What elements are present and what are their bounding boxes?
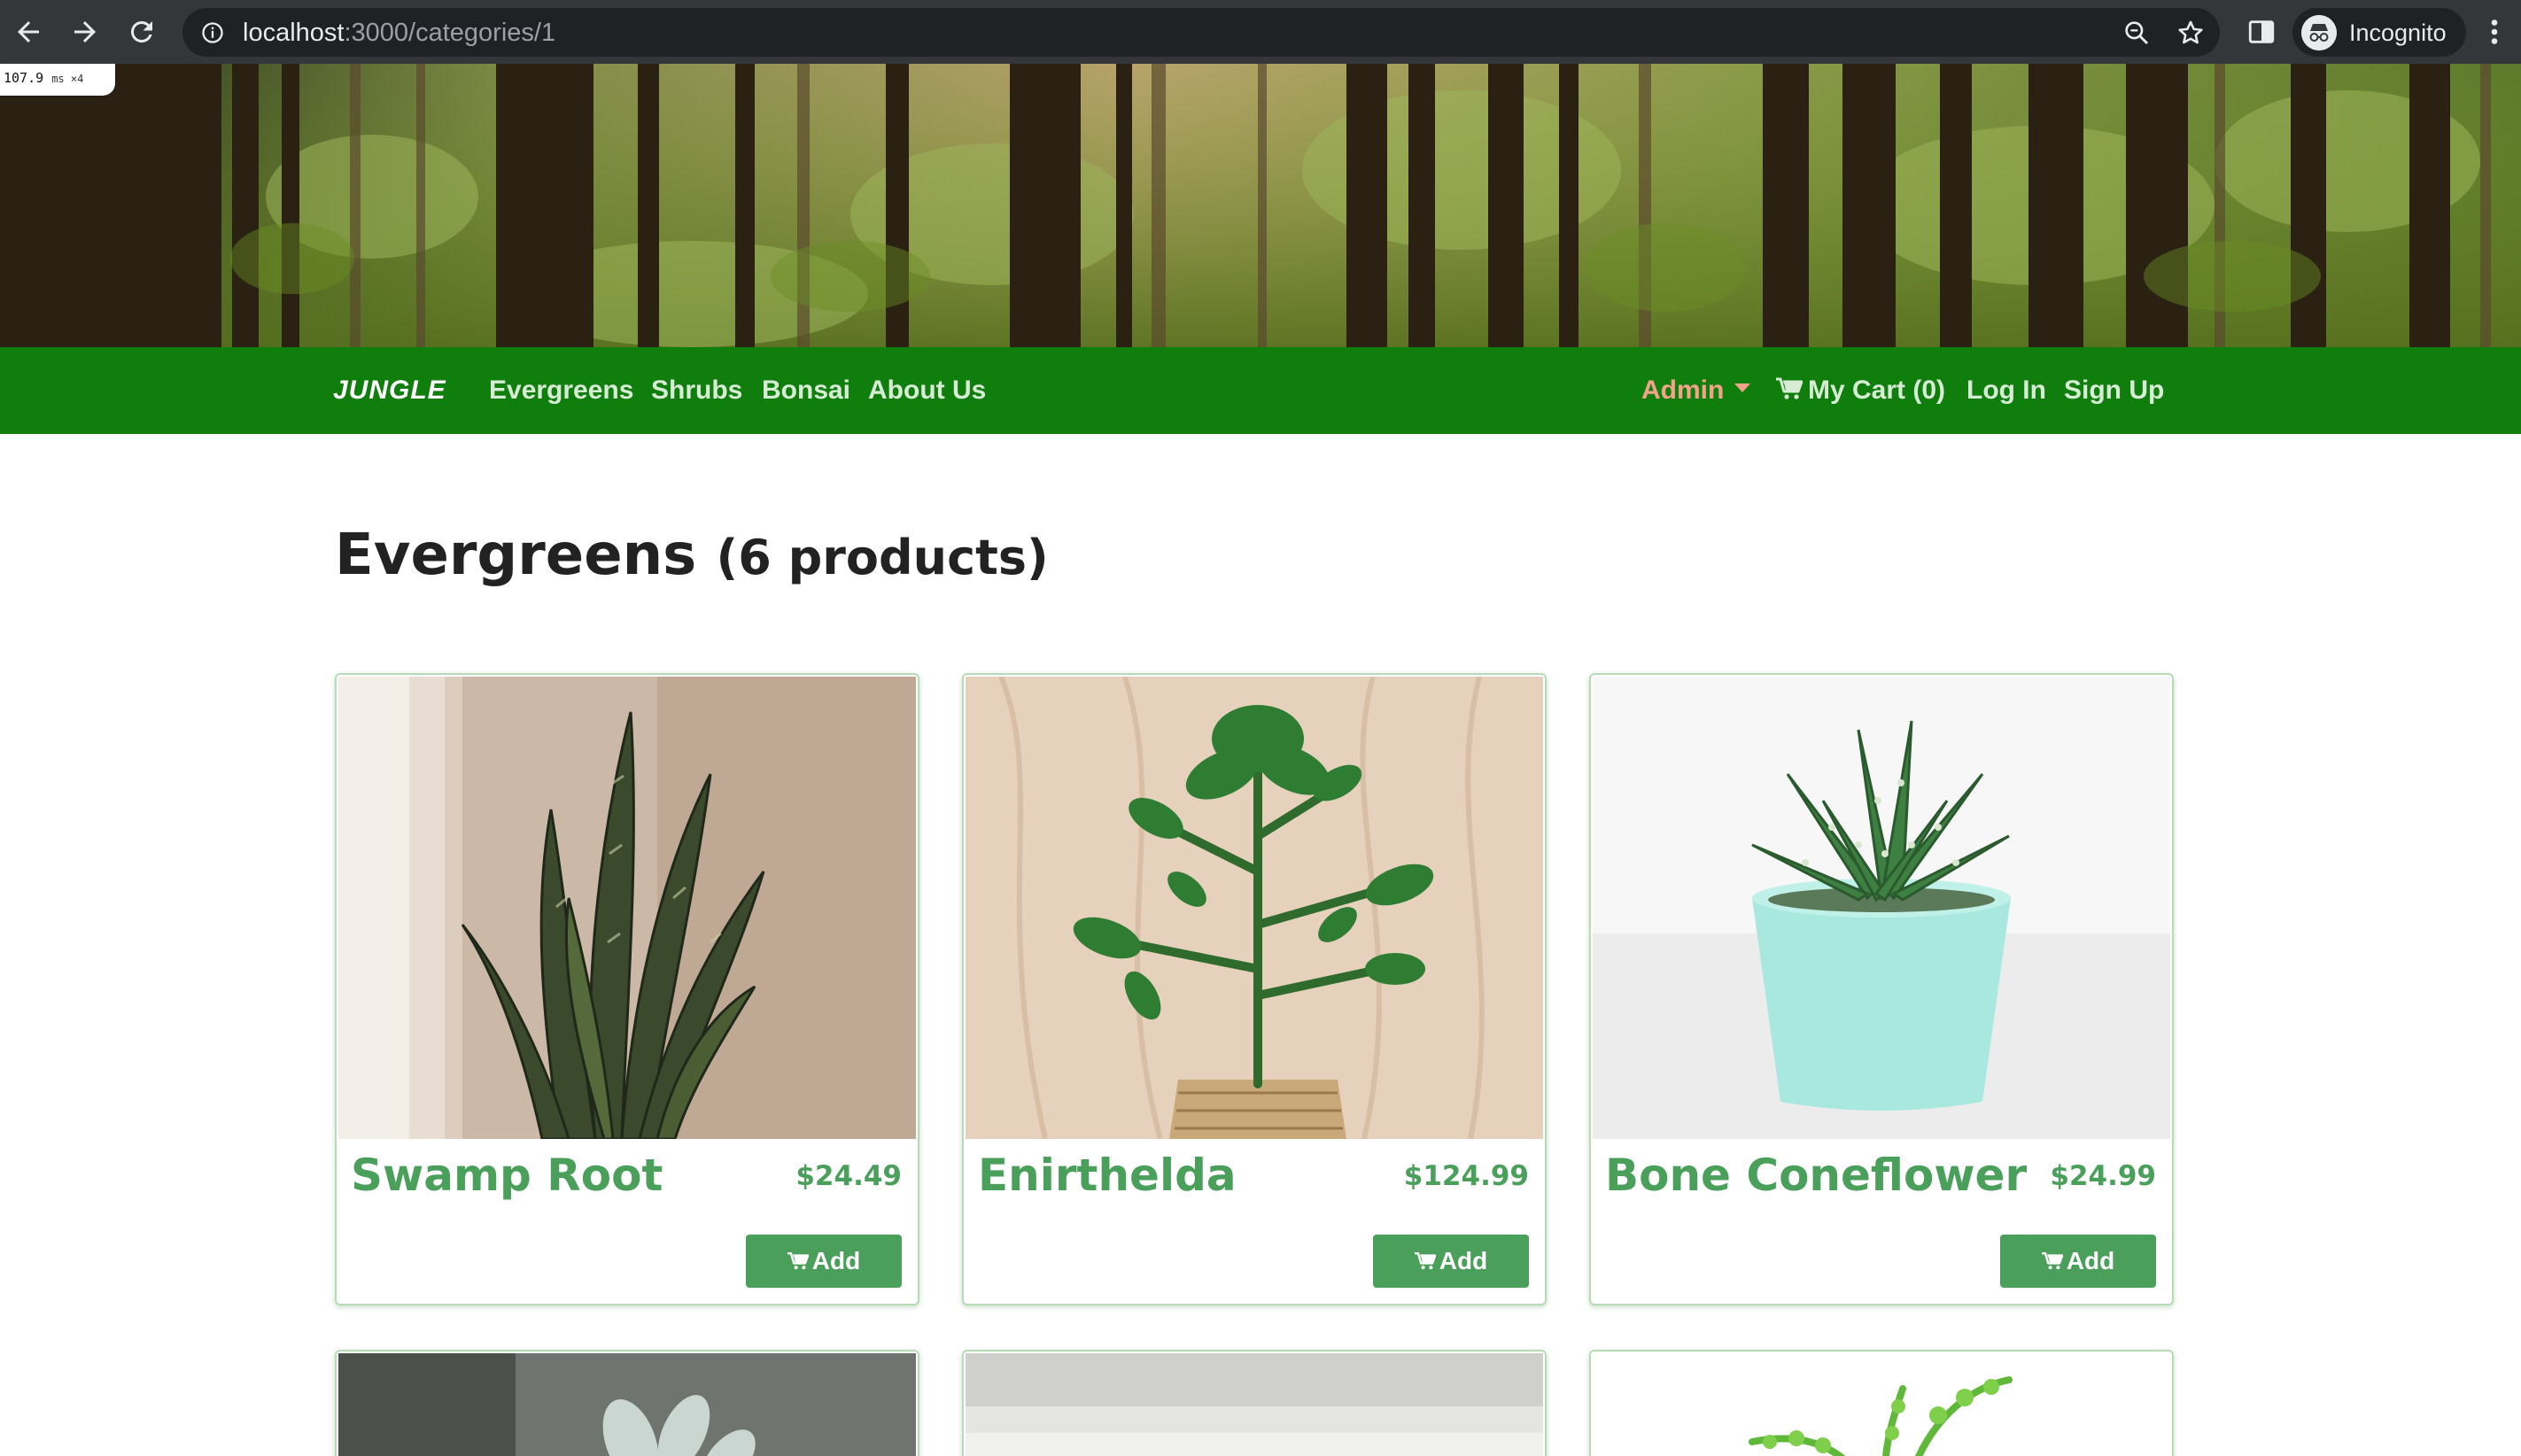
perf-badge: 107.9 ms ×4	[0, 64, 115, 96]
nav-link-about-us[interactable]: About Us	[868, 347, 986, 434]
succulent-image	[1593, 677, 2170, 1139]
product-image[interactable]	[338, 677, 916, 1139]
product-price: $124.99	[1403, 1160, 1529, 1192]
product-card[interactable]: Enirthelda $124.99 Add	[962, 673, 1547, 1305]
product-count: (6 products)	[716, 530, 1049, 585]
product-image[interactable]	[966, 677, 1543, 1139]
perf-value: 107.9	[4, 70, 44, 86]
forest-image	[0, 64, 2521, 347]
kebab-menu-icon[interactable]	[2489, 16, 2500, 48]
main-navbar: JUNGLE Evergreens Shrubs Bonsai About Us…	[0, 347, 2521, 434]
product-card[interactable]: Swamp Root $24.49 Add	[335, 673, 919, 1305]
product-price: $24.99	[2050, 1160, 2156, 1192]
jade-plant-image	[966, 677, 1543, 1139]
product-price: $24.49	[795, 1160, 902, 1192]
browser-toolbar: localhost:3000/categories/1 Incognito	[0, 0, 2521, 64]
category-name: Evergreens	[335, 523, 697, 588]
cart-icon	[787, 1251, 809, 1269]
brand-logo[interactable]: JUNGLE	[333, 347, 446, 434]
chevron-down-icon	[1734, 383, 1751, 393]
perf-unit: ms ×4	[51, 73, 84, 85]
star-icon[interactable]	[2176, 18, 2206, 48]
product-name[interactable]: Swamp Root	[351, 1150, 663, 1201]
add-button-label: Add	[2066, 1247, 2115, 1274]
product-image[interactable]	[1593, 1353, 2170, 1456]
product-image[interactable]	[966, 1353, 1543, 1456]
snake-plant-image	[338, 677, 916, 1139]
signup-link[interactable]: Sign Up	[2064, 347, 2164, 434]
back-arrow-icon[interactable]	[12, 16, 44, 48]
product-name[interactable]: Bone Coneflower	[1605, 1150, 2027, 1201]
url-host: localhost	[243, 19, 345, 47]
profile-label: Incognito	[2349, 19, 2447, 46]
plant-image	[966, 1353, 1543, 1456]
cart-icon	[1776, 377, 1803, 399]
page-title: Evergreens (6 products)	[335, 523, 1049, 588]
admin-label: Admin	[1641, 376, 1725, 405]
cart-link[interactable]: My Cart (0)	[1776, 347, 1945, 434]
nav-link-evergreens[interactable]: Evergreens	[489, 347, 633, 434]
login-link[interactable]: Log In	[1966, 347, 2046, 434]
zoom-icon[interactable]	[2122, 19, 2151, 47]
cart-label: My Cart (0)	[1808, 376, 1946, 405]
add-to-cart-button[interactable]: Add	[2000, 1235, 2156, 1288]
product-card[interactable]: Bone Coneflower $24.99 Add	[1589, 673, 2174, 1305]
address-bar[interactable]: localhost:3000/categories/1	[182, 8, 2220, 57]
forward-arrow-icon[interactable]	[69, 16, 101, 48]
cactus-image	[338, 1353, 916, 1456]
add-button-label: Add	[811, 1247, 861, 1274]
url-path: :3000/categories/1	[344, 19, 556, 47]
product-image[interactable]	[1593, 677, 2170, 1139]
product-card[interactable]	[962, 1350, 1547, 1456]
reload-icon[interactable]	[126, 16, 158, 48]
page-viewport: 107.9 ms ×4 JUNGLE Evergreens Shrubs Bon…	[0, 64, 2521, 1456]
info-icon[interactable]	[200, 20, 225, 45]
product-name[interactable]: Enirthelda	[978, 1150, 1237, 1201]
nav-link-bonsai[interactable]: Bonsai	[762, 347, 850, 434]
cart-icon	[1414, 1251, 1436, 1269]
add-to-cart-button[interactable]: Add	[746, 1235, 902, 1288]
add-to-cart-button[interactable]: Add	[1373, 1235, 1529, 1288]
incognito-icon	[2301, 15, 2337, 50]
admin-dropdown[interactable]: Admin	[1641, 347, 1751, 434]
hero-banner	[0, 64, 2521, 347]
fern-image	[1593, 1353, 2170, 1456]
product-card[interactable]	[335, 1350, 919, 1456]
product-card[interactable]	[1589, 1350, 2174, 1456]
product-image[interactable]	[338, 1353, 916, 1456]
side-panel-icon[interactable]	[2246, 17, 2277, 47]
cart-icon	[2041, 1251, 2063, 1269]
profile-button[interactable]: Incognito	[2292, 8, 2466, 57]
add-button-label: Add	[1439, 1247, 1488, 1274]
url-text[interactable]: localhost:3000/categories/1	[243, 19, 555, 48]
nav-link-shrubs[interactable]: Shrubs	[651, 347, 742, 434]
